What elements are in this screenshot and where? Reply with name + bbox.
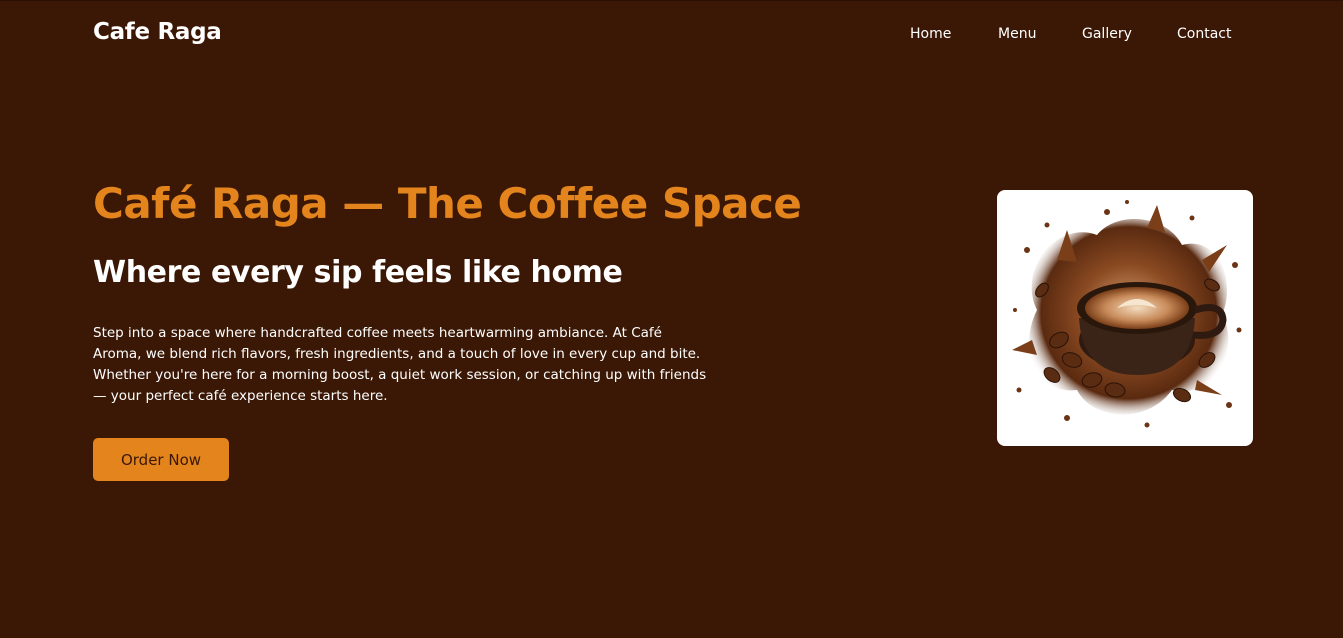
hero-title: Café Raga — The Coffee Space: [93, 179, 802, 228]
nav-link-gallery[interactable]: Gallery: [1082, 26, 1132, 42]
coffee-splash-image: [997, 190, 1253, 446]
page: Cafe Raga Home Menu Gallery Contact Café…: [0, 0, 1343, 638]
navbar: Cafe Raga Home Menu Gallery Contact: [0, 1, 1343, 69]
hero-subtitle: Where every sip feels like home: [93, 255, 623, 290]
nav-links: Home Menu Gallery Contact: [0, 26, 1343, 46]
nav-link-contact[interactable]: Contact: [1177, 26, 1231, 42]
coffee-splash-illustration: [1012, 200, 1242, 428]
nav-link-home[interactable]: Home: [910, 26, 951, 42]
nav-link-menu[interactable]: Menu: [998, 26, 1036, 42]
hero-description: Step into a space where handcrafted coff…: [93, 325, 707, 404]
order-now-button[interactable]: Order Now: [93, 438, 229, 481]
